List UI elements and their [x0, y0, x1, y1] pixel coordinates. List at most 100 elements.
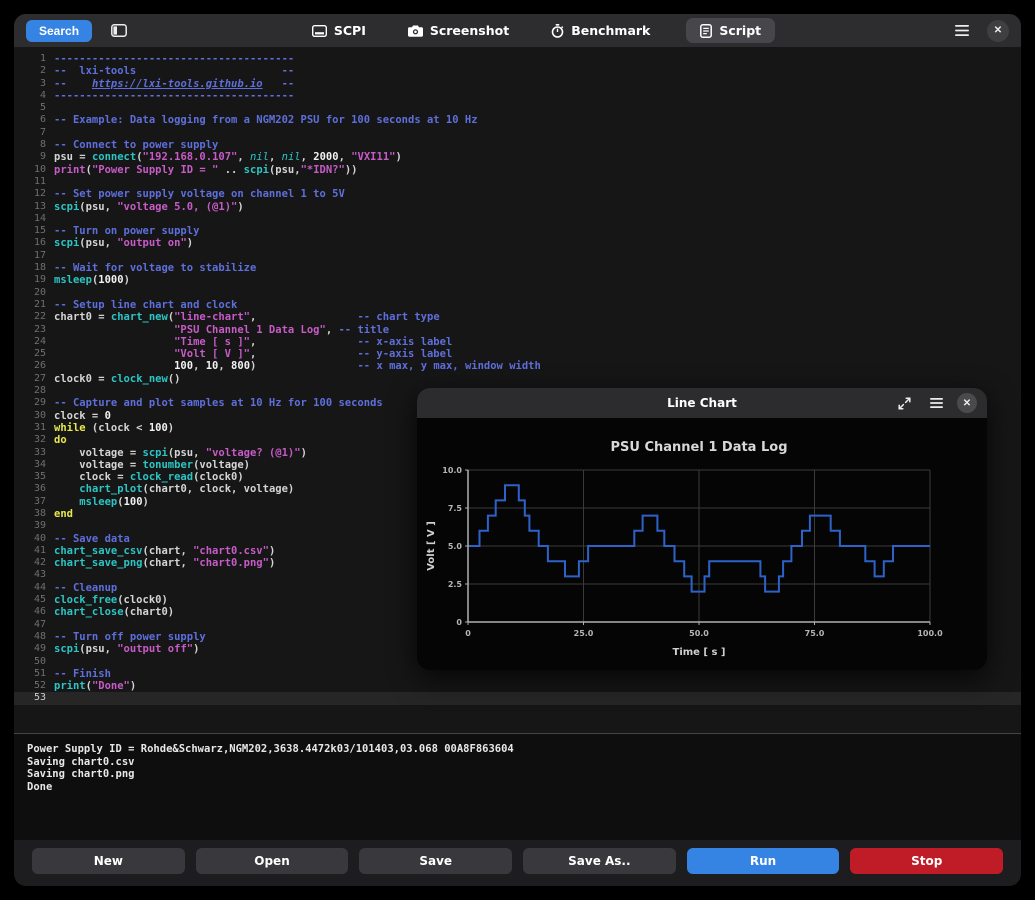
- code-line[interactable]: 8-- Connect to power supply: [14, 139, 1021, 151]
- code-text: -- Setup line chart and clock: [54, 299, 237, 311]
- tab-screenshot[interactable]: Screenshot: [402, 18, 515, 43]
- line-number: 39: [14, 520, 46, 532]
- line-number: 38: [14, 508, 46, 520]
- code-line[interactable]: 15-- Turn on power supply: [14, 225, 1021, 237]
- stop-button[interactable]: Stop: [850, 848, 1003, 874]
- svg-text:0: 0: [465, 629, 471, 638]
- code-line[interactable]: 9psu = connect("192.168.0.107", nil, nil…: [14, 151, 1021, 163]
- line-number: 2: [14, 65, 46, 77]
- header-right-controls: ✕: [949, 19, 1009, 43]
- code-text: while (clock < 100): [54, 422, 174, 434]
- chart-menu-button[interactable]: [925, 392, 947, 414]
- panes-icon: [111, 24, 127, 37]
- line-number: 40: [14, 533, 46, 545]
- code-line[interactable]: 26 100, 10, 800) -- x max, y max, window…: [14, 360, 1021, 372]
- line-number: 21: [14, 299, 46, 311]
- save-button[interactable]: Save: [359, 848, 512, 874]
- save-as-button[interactable]: Save As..: [523, 848, 676, 874]
- line-number: 25: [14, 348, 46, 360]
- search-button[interactable]: Search: [26, 20, 92, 42]
- open-button[interactable]: Open: [196, 848, 349, 874]
- svg-text:2.5: 2.5: [448, 580, 463, 589]
- line-number: 28: [14, 385, 46, 397]
- code-line[interactable]: 25 "Volt [ V ]", -- y-axis label: [14, 348, 1021, 360]
- code-line[interactable]: 16scpi(psu, "output on"): [14, 237, 1021, 249]
- code-line[interactable]: 10print("Power Supply ID = " .. scpi(psu…: [14, 164, 1021, 176]
- header-bar: Search SCPI Screenshot: [14, 14, 1021, 47]
- line-number: 24: [14, 336, 46, 348]
- code-text: "Time [ s ]", -- x-axis label: [54, 336, 452, 348]
- code-text: -- Turn on power supply: [54, 225, 199, 237]
- line-number: 20: [14, 287, 46, 299]
- tab-scpi[interactable]: SCPI: [306, 18, 372, 43]
- code-line[interactable]: 21 -- Setup line chart and clock: [14, 299, 1021, 311]
- main-menu-button[interactable]: [949, 19, 975, 43]
- svg-text:PSU Channel 1 Data Log: PSU Channel 1 Data Log: [610, 440, 787, 455]
- run-button[interactable]: Run: [687, 848, 840, 874]
- code-line[interactable]: 12-- Set power supply voltage on channel…: [14, 188, 1021, 200]
- script-icon: [700, 24, 712, 38]
- code-line[interactable]: 5: [14, 102, 1021, 114]
- code-text: -- Finish: [54, 668, 111, 680]
- code-line[interactable]: 4--------------------------------------: [14, 90, 1021, 102]
- line-number: 36: [14, 483, 46, 495]
- code-line[interactable]: 53: [14, 692, 1021, 704]
- console-line: Saving chart0.csv: [27, 756, 1008, 769]
- code-text: do: [54, 434, 67, 446]
- code-text: scpi(psu, "voltage 5.0, (@1)"): [54, 201, 244, 213]
- code-line[interactable]: 24 "Time [ s ]", -- x-axis label: [14, 336, 1021, 348]
- code-text: -- Save data: [54, 533, 130, 545]
- code-line[interactable]: 52print("Done"): [14, 680, 1021, 692]
- chart-close-button[interactable]: ✕: [957, 393, 977, 413]
- line-number: 34: [14, 459, 46, 471]
- window-close-button[interactable]: ✕: [987, 20, 1009, 42]
- code-line[interactable]: 20: [14, 287, 1021, 299]
- code-line[interactable]: 13scpi(psu, "voltage 5.0, (@1)"): [14, 201, 1021, 213]
- code-line[interactable]: 14: [14, 213, 1021, 225]
- code-line[interactable]: 1--------------------------------------: [14, 53, 1021, 65]
- line-number: 53: [14, 692, 46, 704]
- line-number: 42: [14, 557, 46, 569]
- code-line[interactable]: 17: [14, 250, 1021, 262]
- new-button[interactable]: New: [32, 848, 185, 874]
- line-number: 37: [14, 496, 46, 508]
- chart-expand-button[interactable]: [893, 392, 915, 414]
- svg-text:75.0: 75.0: [805, 629, 825, 638]
- tab-benchmark[interactable]: Benchmark: [545, 18, 656, 43]
- line-chart-plot: 025.050.075.0100.002.55.07.510.0PSU Chan…: [417, 418, 987, 670]
- code-line[interactable]: 6-- Example: Data logging from a NGM202 …: [14, 114, 1021, 126]
- output-console[interactable]: Power Supply ID = Rohde&Schwarz,NGM202,3…: [14, 734, 1021, 840]
- tab-label: SCPI: [334, 23, 366, 38]
- code-line[interactable]: 23 "PSU Channel 1 Data Log", -- title: [14, 324, 1021, 336]
- console-line: Saving chart0.png: [27, 768, 1008, 781]
- close-icon: ✕: [963, 398, 971, 409]
- code-text: psu = connect("192.168.0.107", nil, nil,…: [54, 151, 402, 163]
- code-line[interactable]: 22chart0 = chart_new("line-chart", -- ch…: [14, 311, 1021, 323]
- code-text: --------------------------------------: [54, 53, 294, 65]
- line-number: 22: [14, 311, 46, 323]
- line-number: 46: [14, 606, 46, 618]
- console-line: Power Supply ID = Rohde&Schwarz,NGM202,3…: [27, 743, 1008, 756]
- tab-script[interactable]: Script: [686, 18, 775, 43]
- svg-text:Volt [ V ]: Volt [ V ]: [426, 521, 437, 571]
- svg-text:Time [ s ]: Time [ s ]: [673, 647, 726, 658]
- code-line[interactable]: 3-- https://lxi-tools.github.io --: [14, 78, 1021, 90]
- line-number: 6: [14, 114, 46, 126]
- code-line[interactable]: 7: [14, 127, 1021, 139]
- console-line: Done: [27, 781, 1008, 794]
- code-line[interactable]: 27clock0 = clock_new(): [14, 373, 1021, 385]
- code-text: --------------------------------------: [54, 90, 294, 102]
- code-text: clock = 0: [54, 410, 111, 422]
- line-chart-window: Line Chart ✕ 025.050.075.0100.002.55.07.…: [417, 388, 987, 670]
- code-line[interactable]: 18-- Wait for voltage to stabilize: [14, 262, 1021, 274]
- line-number: 48: [14, 631, 46, 643]
- sidebar-toggle-button[interactable]: [106, 19, 132, 43]
- svg-text:5.0: 5.0: [448, 542, 463, 551]
- scpi-icon: [312, 25, 327, 37]
- code-line[interactable]: 11: [14, 176, 1021, 188]
- code-line[interactable]: 2-- lxi-tools --: [14, 65, 1021, 77]
- code-line[interactable]: 19msleep(1000): [14, 274, 1021, 286]
- line-number: 29: [14, 397, 46, 409]
- line-number: 18: [14, 262, 46, 274]
- line-number: 10: [14, 164, 46, 176]
